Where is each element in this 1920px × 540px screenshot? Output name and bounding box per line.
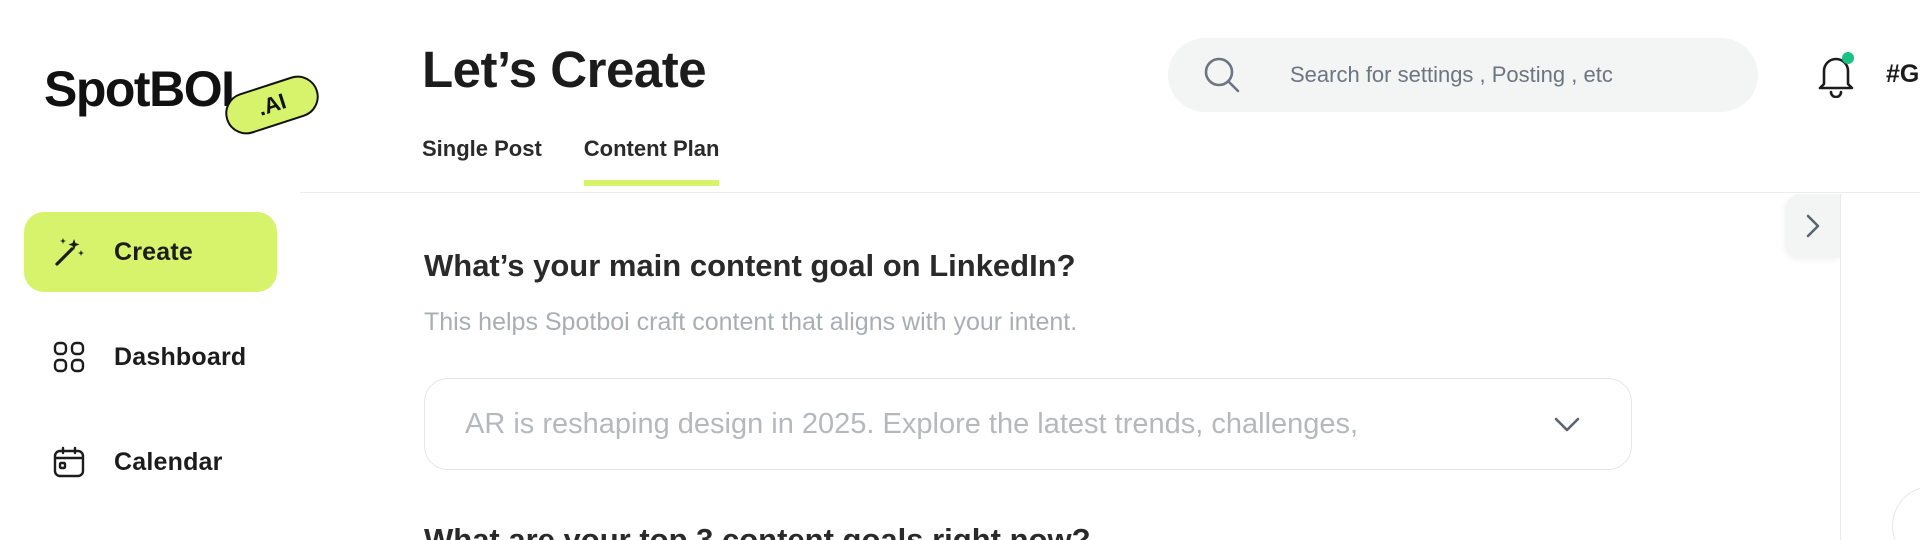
top-goals-question: What are your top 3 content goals right …: [424, 522, 1091, 540]
search-bar[interactable]: [1168, 38, 1758, 112]
logo-badge: .AI: [219, 70, 325, 140]
content-goal-question: What’s your main content goal on LinkedI…: [424, 248, 1076, 283]
logo[interactable]: SpotBOI .AI: [44, 56, 325, 140]
tab-bar: Single Post Content Plan: [422, 136, 761, 186]
notification-dot: [1842, 52, 1854, 64]
sidebar-item-label: Dashboard: [114, 342, 247, 371]
tab-divider: [300, 192, 1920, 193]
sidebar-item-calendar[interactable]: Calendar: [24, 422, 277, 502]
sidebar-item-create[interactable]: Create: [24, 212, 277, 292]
calendar-icon: [52, 445, 86, 479]
page-title: Let’s Create: [422, 41, 707, 98]
sidebar-item-label: Create: [114, 237, 194, 266]
chevron-right-icon: [1806, 214, 1820, 238]
right-panel-circle: [1892, 486, 1920, 540]
sidebar: SpotBOI .AI Create Dashboard Calendar: [0, 0, 325, 540]
content-goal-select[interactable]: AR is reshaping design in 2025. Explore …: [424, 378, 1632, 470]
notifications-button[interactable]: [1814, 50, 1858, 99]
sidebar-item-dashboard[interactable]: Dashboard: [24, 317, 277, 397]
sidebar-item-label: Calendar: [114, 447, 223, 476]
content-goal-help: This helps Spotboi craft content that al…: [424, 308, 1078, 336]
tab-content-plan[interactable]: Content Plan: [583, 136, 719, 186]
right-panel-divider: [1840, 194, 1841, 540]
expand-panel-button[interactable]: [1786, 194, 1840, 258]
magic-wand-icon: [52, 235, 86, 269]
chevron-down-icon: [1553, 413, 1581, 437]
select-value: AR is reshaping design in 2025. Explore …: [465, 407, 1359, 440]
sidebar-nav: Create Dashboard Calendar: [24, 212, 277, 527]
user-handle[interactable]: #G: [1886, 60, 1919, 89]
logo-text: SpotBOI: [44, 61, 235, 117]
search-input[interactable]: [1290, 62, 1730, 88]
grid-icon: [52, 340, 86, 374]
tab-single-post[interactable]: Single Post: [422, 136, 542, 186]
search-icon: [1202, 55, 1242, 95]
